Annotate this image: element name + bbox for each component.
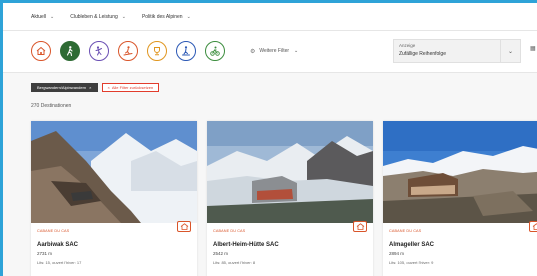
destination-card[interactable]: CABANE DU CAS Albert-Heim-Hütte SAC 2542… bbox=[207, 121, 373, 276]
grid-view-icon[interactable]: ▦ bbox=[530, 45, 536, 52]
close-icon: × bbox=[89, 85, 92, 90]
category-filter-climbing[interactable] bbox=[89, 41, 109, 61]
hut-badge bbox=[353, 221, 367, 232]
mountain-bike-icon bbox=[210, 46, 220, 56]
results-count: 270 Destinationen bbox=[31, 103, 72, 109]
hut-badge bbox=[529, 221, 537, 232]
destination-photo bbox=[383, 121, 537, 223]
chevron-down-icon: ⌄ bbox=[121, 13, 126, 20]
hut-icon bbox=[532, 223, 537, 230]
sort-label: Anzeige bbox=[399, 43, 416, 48]
active-filter-label: Bergwandern/Alpinwandern bbox=[37, 85, 87, 90]
card-category: CABANE DU CAS bbox=[389, 229, 422, 233]
destination-card[interactable]: CABANE DU CAS Aarbiwak SAC 2731 m Lits: … bbox=[31, 121, 197, 276]
card-elevation: 2731 m bbox=[37, 251, 53, 256]
card-category: CABANE DU CAS bbox=[213, 229, 246, 233]
active-filter-chip[interactable]: Bergwandern/Alpinwandern × bbox=[31, 83, 98, 92]
nav-item-label: Politik des Alpinen bbox=[141, 13, 183, 20]
filter-bar: ⚙ Weitere Filter ⌄ Anzeige Zufällige Rei… bbox=[3, 31, 537, 73]
card-title[interactable]: Albert-Heim-Hütte SAC bbox=[213, 242, 279, 248]
card-title[interactable]: Almageller SAC bbox=[389, 242, 434, 248]
card-beds: Lits: 15, ouvert l'hiver: 17 bbox=[37, 260, 82, 265]
category-filter-ski-touring[interactable] bbox=[118, 41, 138, 61]
top-navigation: Aktuell ⌄ Clubleben & Leistung ⌄ Politik… bbox=[3, 3, 537, 31]
reset-filters-label: Alle Filter zurücksetzen bbox=[111, 85, 154, 90]
nav-item-aktuell[interactable]: Aktuell ⌄ bbox=[31, 14, 54, 20]
sort-value: Zufällige Reihenfolge bbox=[399, 51, 446, 57]
chevron-down-icon: ⌄ bbox=[186, 13, 191, 20]
reset-filters-button[interactable]: × Alle Filter zurücksetzen bbox=[101, 83, 160, 92]
nav-item-label: Clubleben & Leistung bbox=[70, 13, 118, 20]
card-beds: Lits: 105, ouvert l'hiver: 9 bbox=[389, 260, 434, 265]
hiker-icon bbox=[66, 46, 73, 57]
climber-icon bbox=[95, 46, 102, 56]
destination-card[interactable]: CABANE DU CAS Almageller SAC 2894 m Lits… bbox=[383, 121, 537, 276]
category-filter-hiking[interactable] bbox=[60, 41, 80, 61]
nav-item-politik[interactable]: Politik des Alpinen ⌄ bbox=[142, 14, 191, 20]
nav-item-clubleben[interactable]: Clubleben & Leistung ⌄ bbox=[70, 14, 126, 20]
chevron-down-icon: ⌄ bbox=[294, 48, 299, 54]
more-filters-button[interactable]: ⚙ Weitere Filter ⌄ bbox=[250, 45, 298, 57]
category-filter-challenge[interactable] bbox=[147, 41, 167, 61]
card-beds: Lits: 85, ouvert l'hiver: 8 bbox=[213, 260, 256, 265]
destination-photo bbox=[31, 121, 197, 223]
card-elevation: 2542 m bbox=[213, 251, 229, 256]
hut-icon bbox=[180, 223, 188, 230]
chevron-down-icon: ⌄ bbox=[50, 13, 55, 20]
nav-item-label: Aktuell bbox=[31, 13, 47, 20]
category-filter-hut[interactable] bbox=[31, 41, 51, 61]
close-icon: × bbox=[107, 85, 110, 90]
destination-photo bbox=[207, 121, 373, 223]
hut-icon bbox=[356, 223, 364, 230]
category-filter-mountain-bike[interactable] bbox=[205, 41, 225, 61]
more-filters-label: Weitere Filter bbox=[259, 48, 290, 54]
card-title[interactable]: Aarbiwak SAC bbox=[37, 242, 78, 248]
filter-icon: ⚙ bbox=[250, 48, 256, 55]
category-filter-snowshoe[interactable] bbox=[176, 41, 196, 61]
card-elevation: 2894 m bbox=[389, 251, 405, 256]
page-frame: Aktuell ⌄ Clubleben & Leistung ⌄ Politik… bbox=[0, 0, 537, 276]
chevron-down-icon: ⌄ bbox=[500, 40, 520, 62]
snowshoe-icon bbox=[182, 46, 190, 56]
ski-tour-icon bbox=[123, 46, 133, 56]
hut-badge bbox=[177, 221, 191, 232]
card-category: CABANE DU CAS bbox=[37, 229, 70, 233]
active-filter-chips: Bergwandern/Alpinwandern × × Alle Filter… bbox=[31, 83, 160, 92]
hut-icon bbox=[36, 46, 46, 55]
trophy-icon bbox=[154, 47, 160, 56]
sort-select[interactable]: Anzeige Zufällige Reihenfolge ⌄ bbox=[393, 39, 521, 63]
